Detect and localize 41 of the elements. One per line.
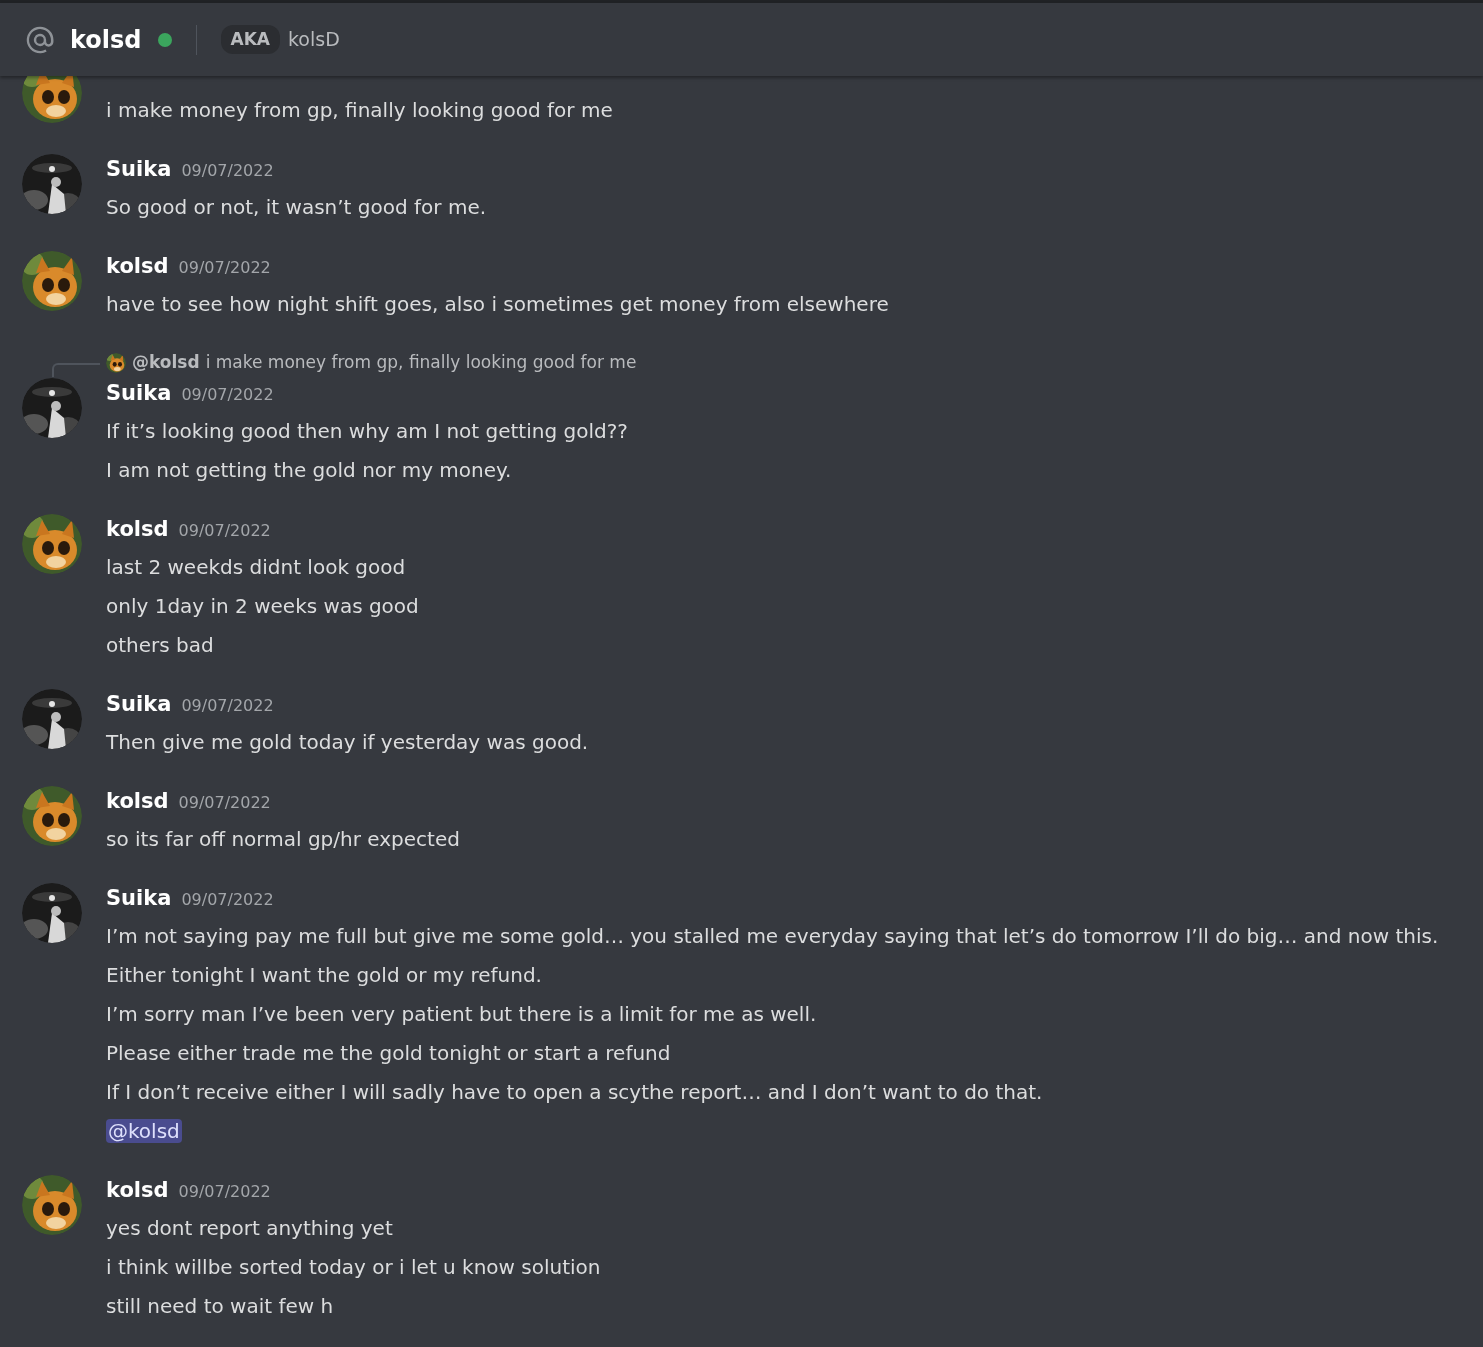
message-text: have to see how night shift goes, also i sometimes get money from elsewhere: [106, 291, 889, 318]
message-text: If it’s looking good then why am I not getting gold??: [106, 418, 628, 445]
timestamp: 09/07/2022: [181, 384, 274, 406]
author-name[interactable]: Suika: [106, 378, 172, 410]
message-text: I’m sorry man I’ve been very patient but there is a limit for me as well.: [106, 1001, 818, 1028]
message-text: Then give me gold today if yesterday was good.: [106, 729, 589, 756]
channel-title: kolsd: [70, 24, 142, 56]
aka-name: kolsD: [288, 27, 340, 53]
message-text: still need to wait few h: [106, 1293, 335, 1320]
message-text: so its far off normal gp/hr expected: [106, 826, 460, 853]
aka-tag: AKA: [220, 24, 280, 55]
message-text: last 2 weekds didnt look good: [106, 554, 407, 581]
message-text: So good or not, it wasn’t good for me.: [106, 194, 487, 221]
timestamp: 09/07/2022: [178, 792, 271, 814]
message-text: If I don’t receive either I will sadly have to open a scythe report… and I don’t want to do that.: [106, 1079, 1044, 1106]
timestamp: 09/07/2022: [181, 160, 274, 182]
author-name[interactable]: kolsd: [106, 786, 169, 818]
author-name[interactable]: kolsd: [106, 1175, 169, 1207]
reply-preview[interactable]: i make money from gp, finally looking good for me: [205, 350, 637, 376]
author-name[interactable]: kolsd: [106, 514, 169, 546]
message-text: i think willbe sorted today or i let u know solution: [106, 1254, 601, 1281]
message-text: Either tonight I want the gold or my refund.: [106, 962, 543, 989]
author-name[interactable]: Suika: [106, 689, 172, 721]
message-text: others bad: [106, 632, 215, 659]
user-mention[interactable]: @kolsd: [106, 1119, 182, 1143]
author-name[interactable]: kolsd: [106, 251, 169, 283]
author-name[interactable]: Suika: [106, 154, 172, 186]
reply-connector: [52, 363, 100, 377]
timestamp: 09/07/2022: [178, 257, 271, 279]
message-text: I am not getting the gold nor my money.: [106, 457, 513, 484]
message-text: yes dont report anything yet: [106, 1215, 394, 1242]
message-text: Please either trade me the gold tonight or start a refund: [106, 1040, 672, 1067]
message-text: only 1day in 2 weeks was good: [106, 593, 419, 620]
timestamp: 09/07/2022: [178, 520, 271, 542]
message-text: I’m not saying pay me full but give me some gold… you stalled me everyday saying that let’s do tomorrow I’ll do big… and now this.: [106, 923, 1439, 950]
message-text: i make money from gp, finally looking good for me: [106, 97, 613, 124]
reply-author[interactable]: @kolsd: [132, 350, 200, 376]
timestamp: 09/07/2022: [181, 889, 274, 911]
author-name[interactable]: Suika: [106, 883, 172, 915]
timestamp: 09/07/2022: [181, 695, 274, 717]
timestamp: 09/07/2022: [178, 1181, 271, 1203]
